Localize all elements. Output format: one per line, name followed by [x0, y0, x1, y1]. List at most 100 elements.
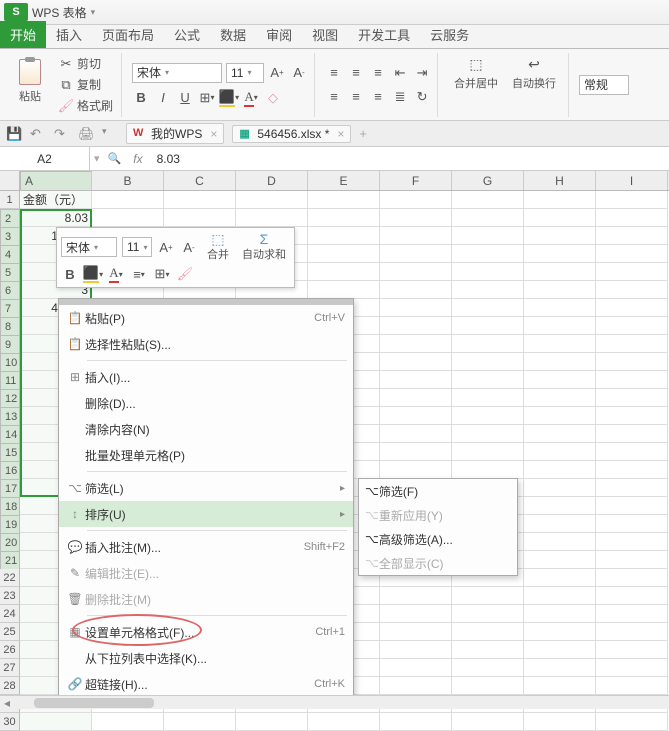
cell[interactable]: [524, 641, 596, 659]
row-header[interactable]: 26: [0, 641, 20, 659]
cell[interactable]: [380, 587, 452, 605]
mini-bold-button[interactable]: B: [61, 265, 79, 283]
cell[interactable]: [452, 605, 524, 623]
cell[interactable]: [452, 659, 524, 677]
cell[interactable]: [452, 407, 524, 425]
row-header[interactable]: 18: [0, 497, 20, 517]
horizontal-scrollbar[interactable]: ◂: [0, 695, 669, 709]
cell[interactable]: [524, 659, 596, 677]
context-menu-item[interactable]: 📋粘贴(P)Ctrl+V: [59, 305, 353, 331]
context-menu-item[interactable]: 删除(D)...: [59, 390, 353, 416]
format-painter-button[interactable]: 🖌格式刷: [56, 96, 115, 115]
cell[interactable]: [524, 551, 596, 569]
cell[interactable]: [308, 209, 380, 227]
cell[interactable]: [452, 389, 524, 407]
cell[interactable]: [452, 209, 524, 227]
tab-data[interactable]: 数据: [210, 21, 256, 48]
cell[interactable]: [380, 623, 452, 641]
cell[interactable]: [596, 605, 668, 623]
cell[interactable]: [596, 371, 668, 389]
cell[interactable]: [452, 713, 524, 731]
font-color-button[interactable]: A▾: [242, 89, 260, 107]
cell[interactable]: [308, 263, 380, 281]
cell[interactable]: [380, 371, 452, 389]
context-menu-item[interactable]: ↕排序(U)▸: [59, 501, 353, 527]
mini-font-name[interactable]: 宋体▾: [61, 237, 117, 257]
column-header[interactable]: E: [308, 171, 380, 190]
context-menu-item[interactable]: 💬插入批注(M)...Shift+F2: [59, 534, 353, 560]
tab-start[interactable]: 开始: [0, 21, 46, 48]
align-left-icon[interactable]: ≡: [325, 88, 343, 106]
row-header[interactable]: 8: [0, 317, 20, 337]
cell[interactable]: [524, 191, 596, 209]
cell[interactable]: [164, 713, 236, 731]
context-menu-item[interactable]: 批量处理单元格(P): [59, 442, 353, 468]
cell[interactable]: [524, 353, 596, 371]
cell[interactable]: [596, 587, 668, 605]
cell[interactable]: [380, 317, 452, 335]
cell[interactable]: [452, 245, 524, 263]
mini-fill-color-button[interactable]: ⬛▾: [84, 265, 102, 283]
row-header[interactable]: 9: [0, 335, 20, 355]
cell[interactable]: [380, 641, 452, 659]
row-header[interactable]: 28: [0, 677, 20, 695]
mini-increase-font-icon[interactable]: A+: [157, 238, 175, 256]
mini-font-size[interactable]: 11▾: [122, 237, 152, 257]
cell[interactable]: [596, 335, 668, 353]
cell[interactable]: [524, 443, 596, 461]
cell[interactable]: [452, 299, 524, 317]
align-center-icon[interactable]: ≡: [347, 88, 365, 106]
select-all-corner[interactable]: [0, 171, 20, 190]
context-menu-item[interactable]: 📋选择性粘贴(S)...: [59, 331, 353, 357]
cell[interactable]: [524, 605, 596, 623]
align-middle-icon[interactable]: ≡: [347, 64, 365, 82]
context-menu-item[interactable]: ⌥筛选(L)▸: [59, 475, 353, 501]
cell[interactable]: [380, 335, 452, 353]
cell[interactable]: [236, 191, 308, 209]
mini-font-color-button[interactable]: A▾: [107, 265, 125, 283]
cell[interactable]: [596, 479, 668, 497]
number-format-select[interactable]: 常规: [579, 75, 629, 95]
cell[interactable]: [596, 569, 668, 587]
cell[interactable]: [380, 605, 452, 623]
row-header[interactable]: 14: [0, 425, 20, 445]
cell[interactable]: [92, 209, 164, 227]
submenu-item[interactable]: ⌥筛选(F): [359, 479, 517, 503]
cell[interactable]: [524, 281, 596, 299]
cell[interactable]: [524, 425, 596, 443]
row-header[interactable]: 15: [0, 443, 20, 463]
namebox-dropdown-icon[interactable]: ▾: [90, 152, 104, 165]
cell[interactable]: [596, 659, 668, 677]
cell[interactable]: [452, 623, 524, 641]
cell[interactable]: [452, 263, 524, 281]
row-header[interactable]: 23: [0, 587, 20, 605]
row-header[interactable]: 1: [0, 191, 20, 209]
cell[interactable]: [20, 713, 92, 731]
cell[interactable]: [524, 623, 596, 641]
cell[interactable]: [452, 641, 524, 659]
submenu-item[interactable]: ⌥高级筛选(A)...: [359, 527, 517, 551]
cell[interactable]: [452, 461, 524, 479]
column-header[interactable]: B: [92, 171, 164, 190]
row-header[interactable]: 7: [0, 299, 20, 319]
cell[interactable]: [596, 299, 668, 317]
paste-button[interactable]: 粘贴: [10, 54, 50, 115]
cell[interactable]: [164, 191, 236, 209]
row-header[interactable]: 5: [0, 263, 20, 283]
cell[interactable]: [596, 533, 668, 551]
cell[interactable]: [164, 209, 236, 227]
cell[interactable]: [524, 245, 596, 263]
row-header[interactable]: 4: [0, 245, 20, 265]
cell[interactable]: [596, 551, 668, 569]
cell[interactable]: [524, 389, 596, 407]
qa-dropdown-icon[interactable]: ▾: [102, 126, 118, 142]
cell[interactable]: [524, 533, 596, 551]
cell[interactable]: [380, 659, 452, 677]
font-size-select[interactable]: 11▾: [226, 63, 264, 83]
cell[interactable]: [524, 263, 596, 281]
row-header[interactable]: 25: [0, 623, 20, 641]
cell[interactable]: [596, 317, 668, 335]
row-header[interactable]: 21: [0, 551, 20, 571]
mini-border-button[interactable]: ⊞▾: [153, 265, 171, 283]
cell[interactable]: [524, 461, 596, 479]
